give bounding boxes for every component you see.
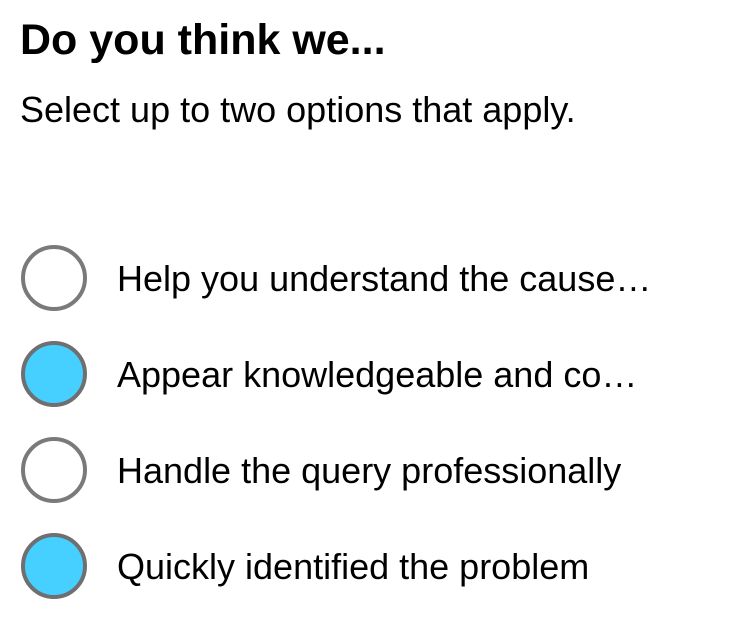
option-label-2: Appear knowledgeable and co…	[117, 354, 638, 395]
radio-button-4[interactable]	[21, 533, 87, 599]
options-list: Help you understand the cause… Appear kn…	[0, 232, 750, 616]
question-title: Do you think we...	[20, 16, 386, 64]
radio-button-3[interactable]	[21, 437, 87, 503]
option-3[interactable]: Handle the query professionally	[0, 424, 750, 520]
option-2[interactable]: Appear knowledgeable and co…	[0, 328, 750, 424]
option-label-4: Quickly identified the problem	[117, 546, 590, 587]
survey-question-panel: Do you think we... Select up to two opti…	[0, 0, 750, 627]
option-label-1: Help you understand the cause…	[117, 258, 652, 299]
option-label-3: Handle the query professionally	[117, 450, 622, 491]
option-4[interactable]: Quickly identified the problem	[0, 520, 750, 616]
question-instructions: Select up to two options that apply.	[20, 89, 576, 130]
radio-button-1[interactable]	[21, 245, 87, 311]
radio-button-2[interactable]	[21, 341, 87, 407]
option-1[interactable]: Help you understand the cause…	[0, 232, 750, 328]
